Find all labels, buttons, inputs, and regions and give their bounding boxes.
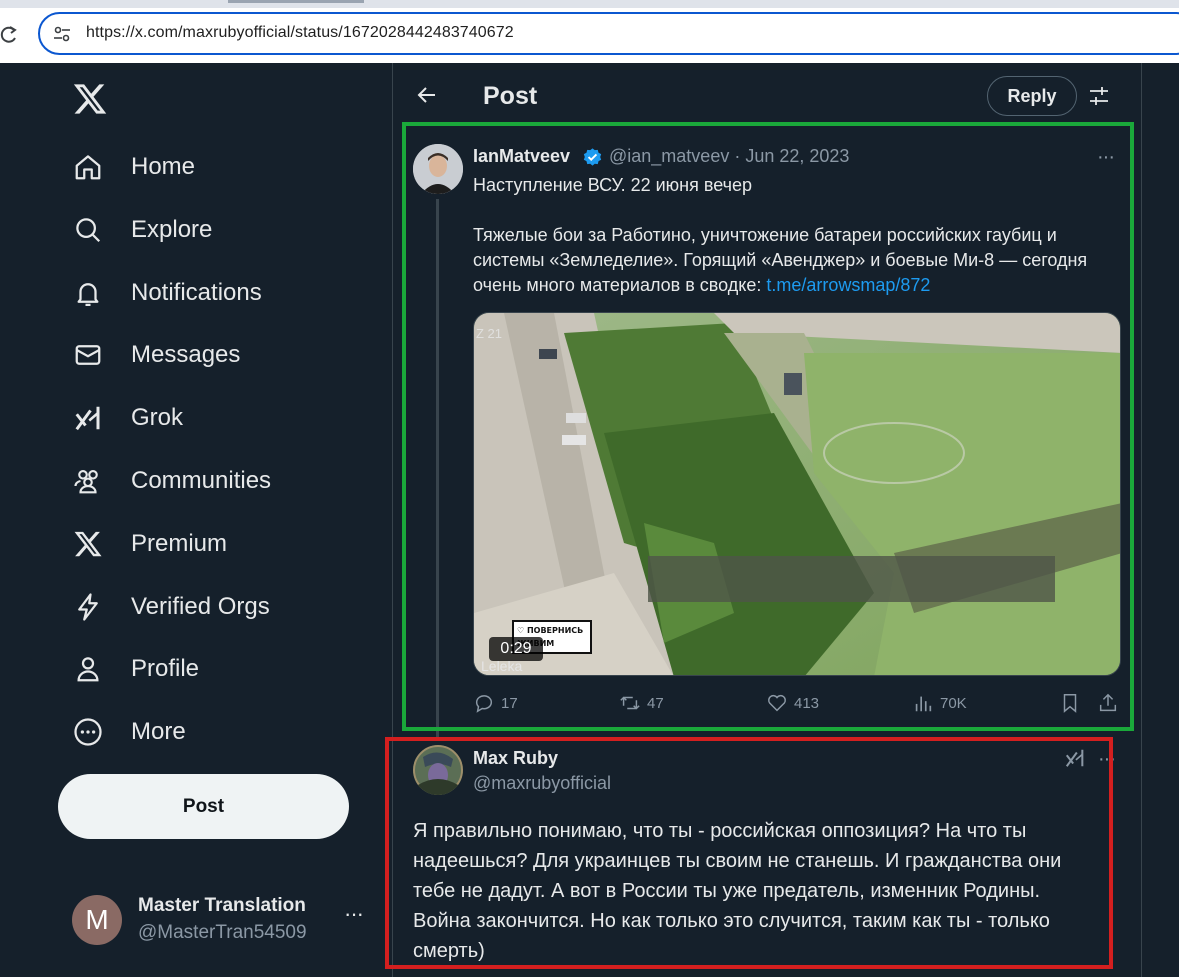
nav-label: Explore	[131, 216, 213, 243]
reload-icon[interactable]	[0, 22, 20, 46]
nav-item-verified-orgs[interactable]: Verified Orgs	[58, 581, 358, 633]
envelope-icon	[58, 339, 118, 371]
back-arrow-icon[interactable]	[415, 83, 439, 107]
avatar[interactable]	[413, 144, 463, 194]
sticker-line1: ♡ ПОВЕРНИСЬ	[517, 626, 584, 635]
more-icon[interactable]: ···	[1097, 146, 1115, 169]
nav-label: Communities	[131, 467, 272, 494]
tweet-link[interactable]: t.me/arrowsmap/872	[766, 275, 930, 295]
active-tab-indicator[interactable]	[228, 0, 364, 3]
nav-item-home[interactable]: Home	[58, 141, 358, 193]
account-name: Master Translation	[138, 895, 306, 916]
communities-icon	[58, 465, 118, 497]
tweet-actions: 17 47 413 70K	[473, 692, 1121, 718]
author-name[interactable]: Max Ruby	[473, 748, 558, 769]
repost-action[interactable]: 47	[619, 692, 664, 714]
nav-label: Messages	[131, 341, 241, 368]
reply-count: 17	[501, 694, 518, 712]
nav-label: Grok	[131, 404, 184, 431]
tweet-text: Наступление ВСУ. 22 июня вечер Тяжелые б…	[473, 173, 1118, 298]
nav-item-more[interactable]: More	[58, 706, 358, 758]
nav-item-messages[interactable]: Messages	[58, 329, 358, 381]
bookmark-icon	[1063, 694, 1077, 713]
nav-item-profile[interactable]: Profile	[58, 643, 358, 695]
nav-label: Profile	[131, 655, 200, 682]
like-count: 413	[794, 694, 820, 712]
nav-item-notifications[interactable]: Notifications	[58, 267, 358, 319]
nav-item-communities[interactable]: Communities	[58, 455, 358, 507]
nav-label: More	[131, 718, 186, 745]
nav-item-explore[interactable]: Explore	[58, 204, 358, 256]
analytics-icon	[915, 696, 932, 712]
thread-line	[436, 199, 439, 739]
repost-icon	[620, 696, 640, 710]
address-bar[interactable]: https://x.com/maxrubyofficial/status/167…	[38, 12, 1179, 55]
grok-icon[interactable]	[1064, 747, 1086, 769]
nav-label: Home	[131, 153, 196, 180]
author-name[interactable]: IanMatveev	[473, 146, 570, 167]
view-count: 70K	[940, 694, 967, 712]
heart-icon	[768, 694, 786, 712]
page-title: Post	[483, 82, 538, 110]
reply-text: Я правильно понимаю, что ты - российская…	[413, 820, 1062, 962]
video-watermark: Leleka	[481, 658, 523, 674]
share-action[interactable]	[1097, 692, 1125, 714]
sliders-icon[interactable]	[1087, 84, 1111, 108]
views-action[interactable]: 70K	[912, 692, 967, 714]
right-gutter	[1142, 63, 1179, 977]
avatar[interactable]	[413, 745, 463, 795]
grok-icon	[58, 402, 118, 434]
account-switcher[interactable]: M Master Translation @MasterTran54509 ··…	[72, 891, 372, 947]
nav-label: Notifications	[131, 279, 262, 306]
bell-icon	[58, 277, 118, 309]
more-icon[interactable]: ···	[1098, 748, 1116, 771]
reply-button[interactable]: Reply	[987, 76, 1077, 116]
url-text[interactable]: https://x.com/maxrubyofficial/status/167…	[86, 24, 514, 42]
x-logo-icon[interactable]	[72, 81, 108, 117]
nav-label: Verified Orgs	[131, 593, 270, 620]
lightning-icon	[58, 591, 118, 623]
author-handle[interactable]: @maxrubyofficial	[473, 773, 611, 794]
nav-item-grok[interactable]: Grok	[58, 392, 358, 444]
avatar[interactable]: M	[72, 895, 122, 945]
tweet-title-line: Наступление ВСУ. 22 июня вечер	[473, 175, 753, 195]
reply-action[interactable]: 17	[473, 692, 518, 714]
nav-label: Premium	[131, 530, 228, 557]
video-corner-label: Z 21	[476, 326, 503, 341]
bookmark-action[interactable]	[1059, 692, 1087, 714]
nav-item-premium[interactable]: Premium	[58, 518, 358, 570]
search-icon	[58, 214, 118, 246]
left-sidebar: Home Explore Notifications Messages Grok…	[0, 63, 392, 977]
reply-icon	[475, 695, 493, 713]
post-button[interactable]: Post	[58, 774, 349, 839]
more-circle-icon	[58, 716, 118, 748]
share-icon	[1099, 693, 1117, 712]
verified-badge-icon[interactable]	[582, 147, 603, 168]
home-icon	[58, 151, 118, 183]
like-action[interactable]: 413	[766, 692, 819, 714]
x-logo-icon	[58, 528, 118, 560]
browser-toolbar: https://x.com/maxrubyofficial/status/167…	[0, 0, 1179, 63]
more-icon[interactable]: ···	[344, 901, 364, 927]
author-handle-date[interactable]: @ian_matveev · Jun 22, 2023	[609, 146, 849, 167]
tweet-body: Тяжелые бои за Работино, уничтожение бат…	[473, 223, 1118, 298]
site-settings-icon[interactable]	[52, 24, 72, 44]
repost-count: 47	[647, 694, 664, 712]
account-handle: @MasterTran54509	[138, 922, 307, 943]
tab-strip	[0, 0, 1179, 8]
person-icon	[58, 653, 118, 685]
